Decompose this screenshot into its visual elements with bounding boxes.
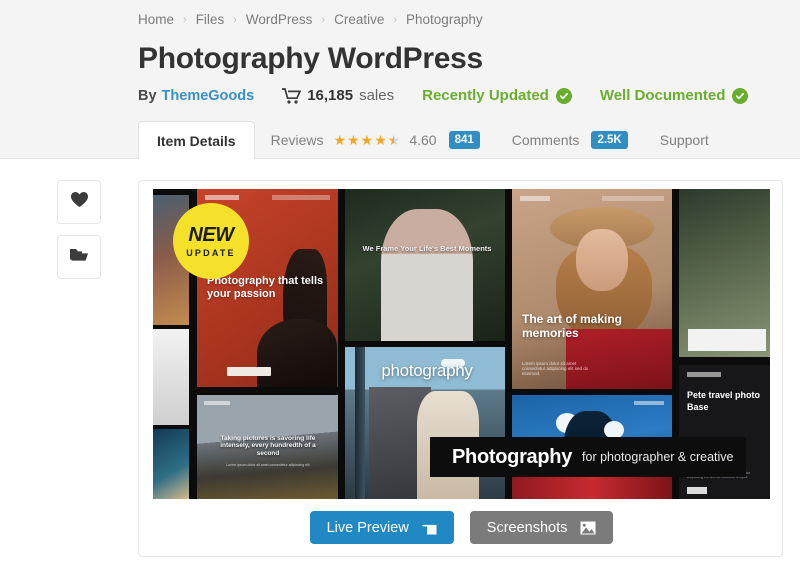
preview-card-actions: Live Preview Screenshots — [139, 511, 784, 544]
collage-red-heading: Photography that tells your passion — [207, 275, 324, 300]
star-icon: ★ — [374, 132, 387, 148]
collage-thumb-left-mid — [153, 329, 189, 425]
mini-nav-icon — [602, 196, 664, 201]
banner-title: Photography — [452, 445, 573, 468]
collage-mountain-heading: Taking pictures is savoring life intense… — [220, 435, 316, 457]
add-to-collection-button[interactable] — [57, 235, 101, 279]
collage-thumb-left-bottom — [153, 429, 189, 499]
side-action-buttons — [57, 180, 101, 279]
breadcrumb-item-files[interactable]: Files — [196, 12, 225, 27]
collage-mountain-sub: Lorem ipsum dolor sit amet consectetur a… — [226, 463, 310, 467]
decorative-figure — [576, 229, 628, 291]
tab-reviews[interactable]: Reviews ★ ★ ★ ★ ★ 4.60 841 — [255, 121, 496, 159]
flag-label: Well Documented — [599, 87, 726, 104]
collage-photography-word: photography — [381, 361, 473, 380]
theme-preview-image[interactable]: Photography that tells your passion We F… — [153, 189, 770, 499]
tab-label: Item Details — [157, 132, 236, 149]
decorative-figure — [257, 319, 337, 387]
flag-label: Recently Updated — [422, 87, 549, 104]
breadcrumb-item-creative[interactable]: Creative — [334, 12, 384, 27]
star-icon: ★ — [360, 132, 374, 148]
collage-center-top-heading: We Frame Your Life's Best Moments — [362, 244, 492, 253]
live-preview-label: Live Preview — [326, 519, 409, 536]
folder-icon — [69, 247, 89, 268]
screenshots-label: Screenshots — [486, 519, 568, 536]
mini-logo-icon — [204, 401, 230, 405]
page-header: Home › Files › WordPress › Creative › Ph… — [0, 0, 800, 160]
image-icon — [580, 521, 596, 535]
check-circle-icon — [555, 87, 572, 104]
mini-logo-icon — [687, 372, 721, 377]
sales-info: 16,185 sales — [282, 87, 394, 104]
new-badge-line1: NEW — [188, 223, 234, 246]
check-circle-icon — [732, 87, 749, 104]
reviews-count-badge: 841 — [448, 130, 480, 150]
collage-panel-profile: Pete travel photo Base Pete Joh Lorem ip… — [679, 365, 770, 499]
collage-main-banner: Photography for photographer & creative — [430, 437, 746, 477]
collage-profile-name: Pete travel photo Base — [687, 390, 761, 413]
decorative-figure — [381, 209, 473, 341]
mini-logo-icon — [205, 195, 239, 200]
flag-well-documented: Well Documented — [600, 87, 749, 104]
new-badge-line2: UPDATE — [186, 247, 236, 258]
mini-button-icon — [227, 367, 271, 376]
by-label: By — [138, 87, 157, 104]
collage-tan-heading: The art of making memories — [522, 312, 623, 340]
collage-panel-red-bottom — [512, 475, 672, 499]
star-half-icon: ★ — [387, 132, 401, 148]
breadcrumb-item-home[interactable]: Home — [138, 12, 174, 27]
tab-item-details[interactable]: Item Details — [138, 121, 255, 160]
banner-subtitle: for photographer & creative — [582, 450, 734, 464]
breadcrumb-separator-icon: › — [183, 13, 187, 26]
mini-logo-icon — [520, 196, 550, 201]
decorative-figure — [688, 329, 766, 351]
item-tabs: Item Details Reviews ★ ★ ★ ★ ★ 4.60 841 … — [138, 121, 725, 160]
tab-label: Support — [659, 132, 709, 148]
collage-panel-mountain: Taking pictures is savoring life intense… — [197, 395, 338, 499]
breadcrumb-separator-icon: › — [233, 13, 237, 26]
sales-count: 16,185 — [307, 87, 354, 104]
flag-recently-updated: Recently Updated — [422, 87, 572, 104]
breadcrumb-separator-icon: › — [321, 13, 326, 26]
live-preview-button[interactable]: Live Preview — [309, 511, 454, 544]
tab-label: Comments — [511, 132, 580, 148]
collage-panel-right-strip — [679, 189, 770, 357]
comments-count-badge: 2.5K — [591, 130, 628, 150]
page-title: Photography WordPress — [138, 42, 483, 75]
collage-panel-tan: The art of making memories Lorem ipsum d… — [512, 189, 672, 389]
collage-tan-body: Lorem ipsum dolor sit amet consectetur a… — [522, 361, 589, 377]
star-rating: ★ ★ ★ ★ ★ — [334, 133, 401, 147]
breadcrumb: Home › Files › WordPress › Creative › Ph… — [138, 12, 483, 27]
breadcrumb-item-wordpress[interactable]: WordPress — [246, 12, 313, 27]
collage-panel-center-top: We Frame Your Life's Best Moments — [345, 189, 505, 341]
shopping-cart-icon — [282, 87, 302, 104]
favorite-button[interactable] — [57, 180, 101, 224]
screenshots-button[interactable]: Screenshots — [469, 511, 614, 544]
mini-logo-icon — [634, 401, 664, 405]
breadcrumb-separator-icon: › — [393, 13, 398, 26]
star-icon: ★ — [347, 132, 360, 148]
heart-icon — [70, 191, 89, 213]
sales-label: sales — [359, 87, 395, 104]
tab-comments[interactable]: Comments 2.5K — [496, 121, 644, 159]
author-link[interactable]: ThemeGoods — [162, 88, 255, 104]
star-icon: ★ — [333, 132, 347, 148]
tab-label: Reviews — [270, 132, 324, 148]
item-preview-card: Photography that tells your passion We F… — [138, 180, 783, 557]
mini-button-icon — [687, 487, 707, 494]
new-update-badge: NEW UPDATE — [173, 203, 249, 279]
breadcrumb-item-photography[interactable]: Photography — [406, 12, 483, 27]
tab-support[interactable]: Support — [644, 121, 725, 159]
rating-value: 4.60 — [409, 132, 437, 148]
mini-nav-icon — [272, 195, 330, 200]
item-byline: By ThemeGoods 16,185 sales Recently Upda… — [138, 87, 749, 104]
layout-icon — [422, 521, 437, 535]
